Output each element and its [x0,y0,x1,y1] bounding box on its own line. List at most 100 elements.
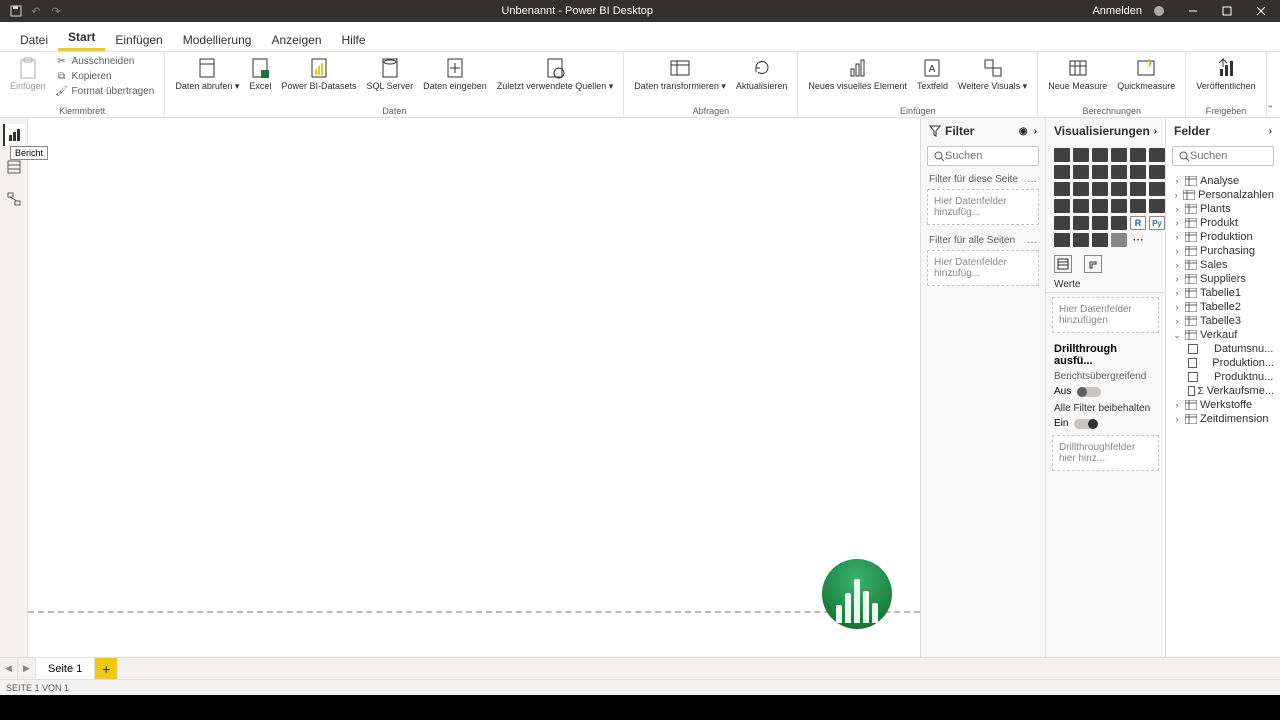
viz-stacked-area[interactable] [1092,165,1108,179]
table-row[interactable]: ›Werkstoffe [1170,398,1276,412]
collapse-fields-icon[interactable]: › [1269,126,1272,137]
fields-search[interactable] [1172,146,1274,166]
viz-clustered-bar[interactable] [1092,148,1108,162]
new-visual-button[interactable]: Neues visuelles Element [804,54,911,93]
refresh-button[interactable]: Aktualisieren [732,54,792,93]
close-button[interactable] [1246,0,1276,22]
viz-python[interactable]: Py [1149,216,1165,230]
avatar[interactable] [1154,6,1164,16]
undo-icon[interactable]: ↶ [30,5,42,17]
viz-line-stacked[interactable] [1111,165,1127,179]
field-checkbox[interactable] [1188,358,1197,368]
table-row[interactable]: ›Analyse [1170,174,1276,188]
viz-pie[interactable] [1111,182,1127,196]
textbox-button[interactable]: ATextfeld [913,54,952,93]
table-row[interactable]: ⌄Verkauf [1170,328,1276,342]
save-icon[interactable] [10,5,22,17]
menu-start[interactable]: Start [58,24,105,51]
viz-r[interactable]: R [1130,216,1146,230]
quick-measure-button[interactable]: Quickmeasure [1113,54,1179,93]
page-next-button[interactable]: ▶ [18,658,36,679]
field-row[interactable]: Datumsnu... [1170,342,1276,356]
filter-all-dropzone[interactable]: Hier Datenfelder hinzufüg... [927,250,1039,286]
transform-data-button[interactable]: Daten transformieren ▾ [630,54,730,93]
field-checkbox[interactable] [1188,372,1198,382]
enter-data-button[interactable]: Daten eingeben [419,54,491,93]
viz-shape-map[interactable] [1092,199,1108,213]
model-view-button[interactable] [3,188,25,210]
viz-line-clustered[interactable] [1130,165,1146,179]
viz-gauge[interactable] [1111,199,1127,213]
collapse-filter-icon[interactable]: › [1034,126,1037,137]
viz-card[interactable] [1130,199,1146,213]
viz-100-column[interactable] [1149,148,1165,162]
more-visuals-button[interactable]: Weitere Visuals ▾ [954,54,1031,93]
pbi-datasets-button[interactable]: Power BI-Datasets [277,54,360,93]
recent-sources-button[interactable]: Zuletzt verwendete Quellen ▾ [493,54,618,93]
minimize-button[interactable] [1178,0,1208,22]
viz-line[interactable] [1054,165,1070,179]
viz-filled-map[interactable] [1073,199,1089,213]
viz-area[interactable] [1073,165,1089,179]
cross-report-toggle[interactable] [1077,387,1101,397]
table-row[interactable]: ›Produkt [1170,216,1276,230]
table-row[interactable]: ›Tabelle3 [1170,314,1276,328]
viz-decomposition[interactable] [1073,233,1089,247]
viz-table[interactable] [1092,216,1108,230]
viz-key-influencers[interactable] [1054,233,1070,247]
page-prev-button[interactable]: ◀ [0,658,18,679]
viz-ribbon[interactable] [1149,165,1165,179]
viz-slicer[interactable] [1073,216,1089,230]
viz-arcgis[interactable] [1111,233,1127,247]
viz-map[interactable] [1054,199,1070,213]
fields-search-input[interactable] [1190,150,1280,162]
table-row[interactable]: ›Tabelle1 [1170,286,1276,300]
table-row[interactable]: ›Purchasing [1170,244,1276,258]
viz-treemap[interactable] [1149,182,1165,196]
sql-server-button[interactable]: SQL Server [362,54,417,93]
viz-stacked-column[interactable] [1073,148,1089,162]
add-page-button[interactable]: + [95,658,117,679]
viz-matrix[interactable] [1111,216,1127,230]
keep-all-toggle[interactable] [1074,419,1098,429]
excel-button[interactable]: Excel [245,54,275,93]
format-tab[interactable] [1084,255,1102,273]
page-tab-1[interactable]: Seite 1 [36,658,95,679]
viz-multi-card[interactable] [1149,199,1165,213]
table-row[interactable]: ›Suppliers [1170,272,1276,286]
viz-more[interactable]: ⋯ [1130,233,1146,247]
viz-waterfall[interactable] [1054,182,1070,196]
view-icon[interactable]: ◉ [1019,126,1028,137]
signin-link[interactable]: Anmelden [1092,5,1142,17]
menu-anzeigen[interactable]: Anzeigen [261,27,331,51]
table-row[interactable]: ›Tabelle2 [1170,300,1276,314]
publish-button[interactable]: Veröffentlichen [1192,54,1259,93]
viz-donut[interactable] [1130,182,1146,196]
report-view-button[interactable] [3,124,25,146]
maximize-button[interactable] [1212,0,1242,22]
table-row[interactable]: ›Plants [1170,202,1276,216]
table-row[interactable]: ›Sales [1170,258,1276,272]
values-dropzone[interactable]: Hier Datenfelder hinzufügen [1052,297,1159,333]
menu-einfuegen[interactable]: Einfügen [105,27,172,51]
redo-icon[interactable]: ↷ [50,5,62,17]
viz-scatter[interactable] [1092,182,1108,196]
new-measure-button[interactable]: Neue Measure [1044,54,1111,93]
menu-modellierung[interactable]: Modellierung [173,27,262,51]
table-row[interactable]: ›Zeitdimension [1170,412,1276,426]
fields-well-tab[interactable] [1054,255,1072,273]
viz-clustered-column[interactable] [1111,148,1127,162]
viz-funnel[interactable] [1073,182,1089,196]
drill-dropzone[interactable]: Drillthroughfelder hier hinz... [1052,435,1159,471]
field-row[interactable]: Produktnu... [1170,370,1276,384]
get-data-button[interactable]: Daten abrufen ▾ [171,54,243,93]
collapse-ribbon-icon[interactable]: ⌃ [1266,104,1274,115]
field-row[interactable]: ΣVerkaufsme... [1170,384,1276,398]
viz-100-bar[interactable] [1130,148,1146,162]
collapse-viz-icon[interactable]: › [1154,126,1157,137]
table-row[interactable]: ›Produktion [1170,230,1276,244]
menu-datei[interactable]: Datei [10,27,58,51]
filter-search[interactable] [927,146,1039,166]
viz-qa[interactable] [1092,233,1108,247]
field-checkbox[interactable] [1188,344,1198,354]
